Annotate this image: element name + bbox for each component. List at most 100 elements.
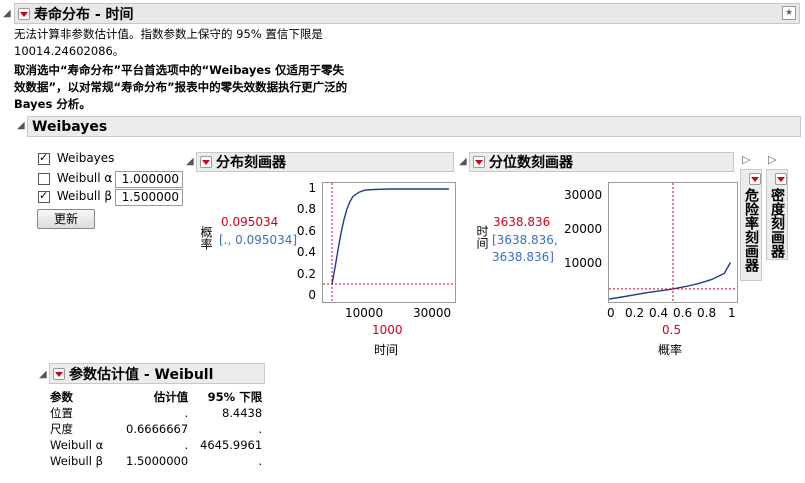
x-tick-label: 0: [607, 306, 615, 320]
dist-profiler-header: 分布刻画器: [196, 152, 454, 172]
table-row: Weibull α . 4645.9961: [48, 437, 264, 453]
density-profiler-title: 密度刻画器: [769, 188, 785, 258]
note-line: Bayes 分析。: [14, 97, 91, 111]
red-triangle-menu-icon[interactable]: [775, 173, 787, 185]
weibayes-disclosure-icon[interactable]: ◢: [17, 120, 25, 131]
x-tick-label: 10000: [345, 306, 384, 320]
message-line: 无法计算非参数估计值。指数参数上保守的 95% 置信下限是: [14, 27, 323, 41]
red-triangle-menu-icon[interactable]: [473, 156, 485, 168]
quant-y-interval: [3638.836,: [492, 233, 558, 247]
weibayes-checkbox-row[interactable]: Weibayes: [38, 151, 114, 165]
quant-y-interval: 3638.836]: [492, 250, 554, 264]
table-cell: 8.4438: [221, 406, 263, 420]
table-cell: 0.6666667: [126, 422, 189, 436]
dist-y-ticks: 1 0.8 0.6 0.4 0.2 0: [292, 181, 322, 302]
beta-checkbox-label: Weibull β: [56, 189, 113, 203]
red-triangle-menu-icon[interactable]: [200, 156, 212, 168]
column-header: 估计值: [153, 390, 189, 404]
y-tick-label: 30000: [564, 188, 603, 202]
y-tick-label: 0.2: [296, 267, 316, 281]
alpha-checkbox-row[interactable]: Weibull α: [38, 171, 112, 185]
weibayes-header: Weibayes: [27, 116, 801, 137]
report-header: 寿命分布 - 时间: [14, 3, 800, 24]
table-cell: .: [258, 454, 263, 468]
table-cell: 尺度: [50, 422, 73, 436]
star-icon[interactable]: ★: [782, 6, 796, 20]
alpha-checkbox[interactable]: [38, 172, 50, 185]
quant-profiler-svg[interactable]: [609, 183, 737, 302]
table-cell: Weibull β: [50, 454, 103, 468]
param-table: 参数 估计值 95% 下限 位置 . 8.4438 尺度 0.6666667 .…: [48, 389, 264, 469]
table-cell: 位置: [50, 406, 73, 420]
quant-y-axis-label: 时间: [475, 225, 489, 249]
param-table-title: 参数估计值 - Weibull: [69, 366, 214, 383]
table-row: 位置 . 8.4438: [48, 405, 264, 421]
quant-profiler-disclosure-icon[interactable]: ◢: [459, 156, 467, 167]
quant-x-value[interactable]: 0.5: [662, 323, 681, 337]
param-table-header: 参数估计值 - Weibull: [49, 363, 265, 384]
dist-y-value[interactable]: 0.095034: [221, 215, 278, 229]
dist-x-value[interactable]: 1000: [372, 323, 403, 337]
y-tick-label: 0.8: [296, 202, 316, 216]
update-button[interactable]: 更新: [37, 209, 95, 229]
y-tick-label: 1: [308, 181, 316, 195]
weibayes-title: Weibayes: [32, 118, 108, 135]
dist-profiler-disclosure-icon[interactable]: ◢: [186, 156, 194, 167]
hazard-profiler-title: 危险率刻画器: [743, 188, 759, 272]
weibayes-checkbox[interactable]: [38, 151, 50, 165]
quant-y-value[interactable]: 3638.836: [493, 215, 550, 229]
alpha-value-field[interactable]: 1.000000: [115, 171, 183, 188]
x-tick-label: 0.2: [625, 306, 645, 320]
table-cell: 4645.9961: [200, 438, 263, 452]
dist-profiler-plot[interactable]: [322, 182, 456, 303]
x-tick-label: 0.6: [673, 306, 693, 320]
beta-checkbox[interactable]: [38, 189, 50, 203]
hazard-disclosure-icon[interactable]: ▷: [742, 153, 750, 166]
series-line: [331, 188, 449, 285]
dist-profiler-svg[interactable]: [323, 183, 455, 302]
table-cell: Weibull α: [50, 438, 104, 452]
x-tick-label: 1: [728, 306, 736, 320]
alpha-checkbox-label: Weibull α: [56, 171, 113, 185]
red-triangle-menu-icon[interactable]: [18, 7, 30, 20]
density-profiler-header[interactable]: 密度刻画器: [766, 169, 788, 260]
quant-profiler-header: 分位数刻画器: [469, 152, 734, 172]
param-disclosure-icon[interactable]: ◢: [39, 369, 47, 380]
table-cell: .: [184, 406, 189, 420]
column-header: 95% 下限: [207, 390, 263, 404]
table-header-row: 参数 估计值 95% 下限: [48, 389, 264, 405]
table-cell: .: [258, 422, 263, 436]
x-tick-label: 30000: [413, 306, 452, 320]
table-row: 尺度 0.6666667 .: [48, 421, 264, 437]
quant-x-axis-label: 概率: [658, 343, 683, 357]
density-disclosure-icon[interactable]: ▷: [768, 153, 776, 166]
note-line: 取消选中“寿命分布”平台首选项中的“Weibayes 仅适用于零失: [14, 63, 344, 77]
quant-profiler-plot[interactable]: [608, 182, 738, 303]
dist-y-axis-label: 概率: [199, 226, 213, 250]
red-triangle-menu-icon[interactable]: [53, 367, 65, 380]
table-cell: .: [184, 438, 189, 452]
hazard-profiler-header[interactable]: 危险率刻画器: [740, 169, 762, 281]
table-cell: 1.5000000: [126, 454, 189, 468]
x-tick-label: 0.4: [649, 306, 669, 320]
dist-profiler-title: 分布刻画器: [216, 155, 286, 171]
table-row: Weibull β 1.5000000 .: [48, 453, 264, 469]
beta-value-field[interactable]: 1.500000: [115, 189, 183, 206]
weibayes-checkbox-label: Weibayes: [56, 151, 115, 165]
series-line: [609, 261, 732, 300]
quant-profiler-title: 分位数刻画器: [489, 155, 573, 171]
dist-y-interval: [., 0.095034]: [219, 233, 298, 247]
column-header: 参数: [50, 390, 73, 404]
y-tick-label: 20000: [564, 222, 603, 236]
beta-checkbox-row[interactable]: Weibull β: [38, 189, 112, 203]
outline-disclosure-icon[interactable]: ◢: [3, 8, 11, 19]
y-tick-label: 0.6: [296, 224, 316, 238]
dist-x-axis-label: 时间: [374, 343, 399, 357]
y-tick-label: 0: [308, 288, 316, 302]
note-line: 效数据”，以对常规“寿命分布”报表中的零失效数据执行更广泛的: [14, 80, 348, 94]
message-line: 10014.24602086。: [14, 44, 125, 58]
red-triangle-menu-icon[interactable]: [749, 173, 761, 185]
y-tick-label: 10000: [564, 256, 603, 270]
x-tick-label: 0.8: [697, 306, 717, 320]
report-title: 寿命分布 - 时间: [34, 6, 134, 23]
